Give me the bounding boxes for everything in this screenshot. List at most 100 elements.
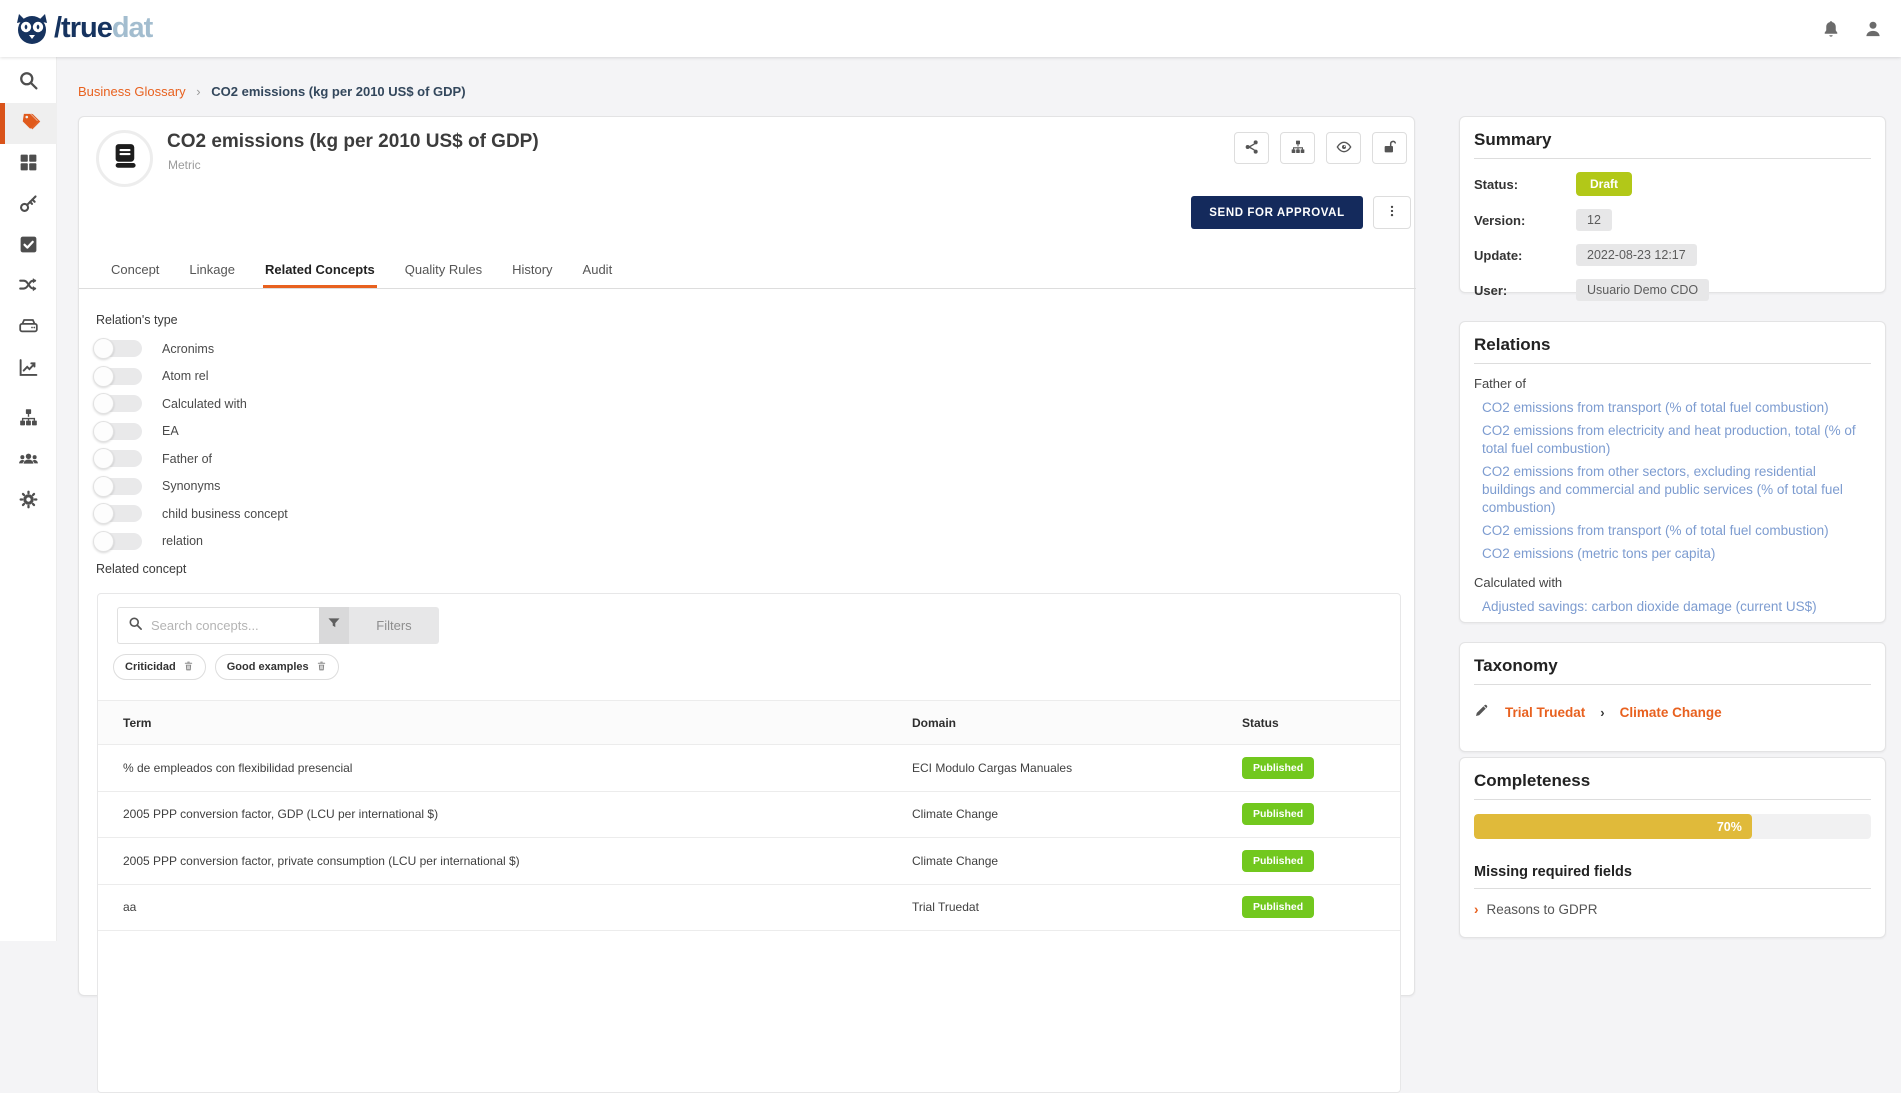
toggle-father-of[interactable]: Father of xyxy=(94,445,288,473)
table-header-row: Term Domain Status xyxy=(98,700,1400,745)
toggle-child-business-concept[interactable]: child business concept xyxy=(94,500,288,528)
left-sidebar xyxy=(0,57,57,941)
filters-label-button[interactable]: Filters xyxy=(349,607,439,644)
toggle-switch[interactable] xyxy=(94,478,142,495)
toggle-switch[interactable] xyxy=(94,423,142,440)
sidebar-item-taxonomy[interactable] xyxy=(0,399,57,440)
user-icon[interactable] xyxy=(1863,19,1883,39)
lineage-button[interactable] xyxy=(1280,132,1315,164)
table-row[interactable]: 2005 PPP conversion factor, GDP (LCU per… xyxy=(98,792,1400,839)
sidebar-item-permissions[interactable] xyxy=(0,185,57,226)
concept-actions xyxy=(1234,132,1407,164)
toggle-relation[interactable]: relation xyxy=(94,528,288,556)
relation-link[interactable]: CO2 emissions from electricity and heat … xyxy=(1482,422,1871,458)
eye-icon xyxy=(1336,139,1352,158)
version-label: Version: xyxy=(1474,213,1576,228)
summary-panel: Summary Status:Draft Version:12 Update:2… xyxy=(1459,116,1886,293)
grid-icon xyxy=(18,152,39,178)
status-badge: Published xyxy=(1242,896,1314,918)
table-row[interactable]: % de empleados con flexibilidad presenci… xyxy=(98,745,1400,792)
tab-linkage[interactable]: Linkage xyxy=(187,256,237,288)
toggle-ea[interactable]: EA xyxy=(94,418,288,446)
update-label: Update: xyxy=(1474,248,1576,263)
taxonomy-link-leaf[interactable]: Climate Change xyxy=(1620,705,1722,720)
related-concepts-panel: Filters Criticidad Good examples Term Do… xyxy=(97,593,1401,1093)
sidebar-item-users[interactable] xyxy=(0,440,57,481)
toggle-synonyms[interactable]: Synonyms xyxy=(94,473,288,501)
sidebar-item-lineage[interactable] xyxy=(0,267,57,308)
share-icon xyxy=(1244,139,1260,158)
pencil-icon[interactable] xyxy=(1474,702,1490,723)
sidebar-item-analytics[interactable] xyxy=(0,349,57,390)
related-concept-label: Related concept xyxy=(96,562,186,576)
tags-icon xyxy=(21,111,42,137)
missing-field-item[interactable]: › Reasons to GDPR xyxy=(1474,902,1871,917)
toggle-switch[interactable] xyxy=(94,533,142,550)
taxonomy-separator: › xyxy=(1600,705,1604,720)
status-label: Status: xyxy=(1474,177,1576,192)
toggle-switch[interactable] xyxy=(94,395,142,412)
share-button[interactable] xyxy=(1234,132,1269,164)
users-icon xyxy=(18,448,39,474)
relation-link[interactable]: CO2 emissions (metric tons per capita) xyxy=(1482,545,1871,563)
completeness-percent: 70% xyxy=(1717,820,1742,834)
relation-link[interactable]: CO2 emissions from transport (% of total… xyxy=(1482,399,1871,417)
concept-tabs: Concept Linkage Related Concepts Quality… xyxy=(79,256,1416,289)
relations-title: Relations xyxy=(1474,335,1871,355)
tree-icon xyxy=(1290,139,1306,158)
owl-logo-icon xyxy=(14,12,50,46)
sidebar-item-rules[interactable] xyxy=(0,226,57,267)
tab-history[interactable]: History xyxy=(510,256,554,288)
status-badge: Published xyxy=(1242,850,1314,872)
filter-button[interactable] xyxy=(319,607,349,644)
toggle-switch[interactable] xyxy=(94,505,142,522)
search-concepts-input[interactable] xyxy=(151,618,301,633)
sidebar-item-dashboards[interactable] xyxy=(0,144,57,185)
tab-audit[interactable]: Audit xyxy=(581,256,615,288)
missing-fields-title: Missing required fields xyxy=(1474,864,1871,880)
check-square-icon xyxy=(18,234,39,260)
relation-type-label: Relation's type xyxy=(96,313,178,327)
toggle-switch[interactable] xyxy=(94,450,142,467)
table-row[interactable]: aa Trial Truedat Published xyxy=(98,885,1400,932)
related-concepts-table: Term Domain Status % de empleados con fl… xyxy=(98,700,1400,931)
relation-link[interactable]: CO2 emissions from other sectors, exclud… xyxy=(1482,463,1871,517)
trash-icon[interactable] xyxy=(183,660,194,675)
relation-link[interactable]: CO2 emissions from transport (% of total… xyxy=(1482,522,1871,540)
kebab-menu-icon xyxy=(1385,203,1399,222)
truedat-logo[interactable]: /truedat xyxy=(14,12,152,46)
search-icon xyxy=(18,70,39,96)
lock-button[interactable] xyxy=(1372,132,1407,164)
bell-icon[interactable] xyxy=(1821,19,1841,39)
trash-icon[interactable] xyxy=(316,660,327,675)
relation-link[interactable]: Adjusted savings: carbon dioxide damage … xyxy=(1482,598,1871,616)
concept-title: CO2 emissions (kg per 2010 US$ of GDP) xyxy=(167,131,539,153)
taxonomy-panel: Taxonomy Trial Truedat › Climate Change xyxy=(1459,642,1886,752)
tab-related-concepts[interactable]: Related Concepts xyxy=(263,256,377,288)
toggle-acronims[interactable]: Acronims xyxy=(94,335,288,363)
send-for-approval-button[interactable]: SEND FOR APPROVAL xyxy=(1191,196,1363,229)
chip-good-examples[interactable]: Good examples xyxy=(215,654,339,680)
tab-quality-rules[interactable]: Quality Rules xyxy=(403,256,484,288)
app-header: /truedat xyxy=(0,0,1901,57)
chevron-right-icon: › xyxy=(1474,902,1479,917)
taxonomy-link-root[interactable]: Trial Truedat xyxy=(1505,705,1585,720)
toggle-switch[interactable] xyxy=(94,368,142,385)
watch-button[interactable] xyxy=(1326,132,1361,164)
toggle-switch[interactable] xyxy=(94,340,142,357)
toggle-atom-rel[interactable]: Atom rel xyxy=(94,363,288,391)
chip-criticidad[interactable]: Criticidad xyxy=(113,654,206,680)
search-icon xyxy=(128,616,143,636)
sidebar-item-settings[interactable] xyxy=(0,481,57,522)
concept-avatar xyxy=(96,130,153,187)
sidebar-item-structures[interactable] xyxy=(0,308,57,349)
tab-concept[interactable]: Concept xyxy=(109,256,161,288)
breadcrumb-link-glossary[interactable]: Business Glossary xyxy=(78,84,186,99)
more-actions-button[interactable] xyxy=(1373,196,1411,229)
toggle-calculated-with[interactable]: Calculated with xyxy=(94,390,288,418)
sidebar-item-search[interactable] xyxy=(0,62,57,103)
sidebar-item-glossary[interactable] xyxy=(0,103,57,144)
summary-title: Summary xyxy=(1474,130,1871,150)
funnel-icon xyxy=(327,616,341,635)
table-row[interactable]: 2005 PPP conversion factor, private cons… xyxy=(98,838,1400,885)
